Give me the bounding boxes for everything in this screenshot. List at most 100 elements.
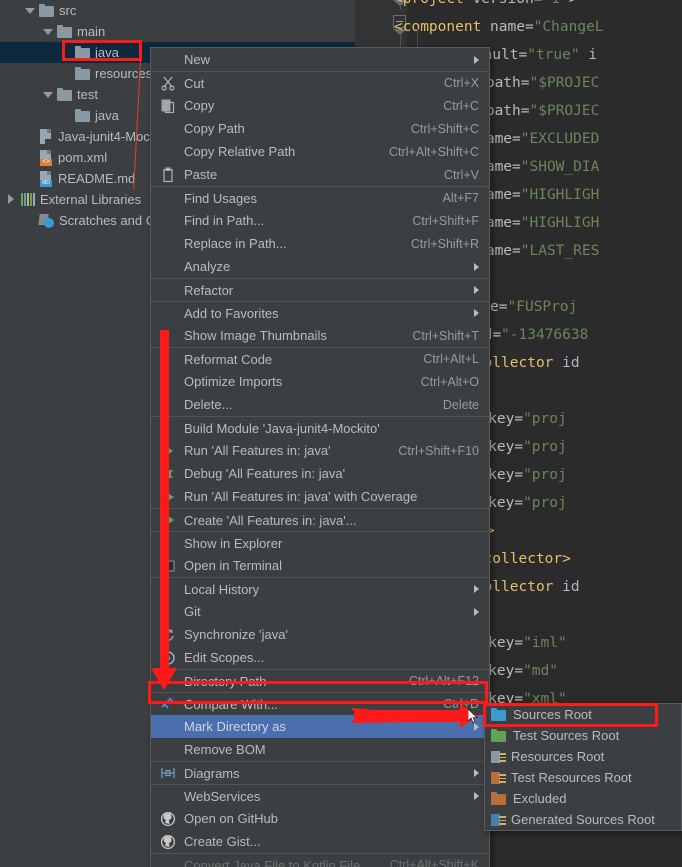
menu-item-label: Open on GitHub: [184, 811, 278, 826]
menu-item-new[interactable]: New: [151, 48, 489, 71]
submenu-item-resources-root[interactable]: Resources Root: [485, 746, 681, 767]
code-line: <component name="ChangeL: [394, 19, 604, 35]
menu-item-webservices[interactable]: WebServices: [151, 784, 489, 807]
menu-item-label: Local History: [184, 581, 260, 597]
tree-item-label: resources: [95, 66, 153, 81]
submenu-item-sources-root[interactable]: Sources Root: [485, 704, 681, 725]
submenu-arrow-icon: [474, 769, 479, 777]
menu-item-label: Show Image Thumbnails: [184, 328, 327, 343]
chevron-right-icon[interactable]: [6, 194, 17, 205]
xml-file-icon: <>: [39, 149, 53, 166]
submenu-arrow-icon: [474, 286, 479, 294]
submenu-item-excluded[interactable]: Excluded: [485, 788, 681, 809]
tree-item-main[interactable]: main: [0, 21, 355, 42]
menu-item-delete[interactable]: Delete... Delete: [151, 393, 489, 416]
menu-item-find-in-path[interactable]: Find in Path... Ctrl+Shift+F: [151, 209, 489, 232]
menu-item-cut[interactable]: Cut Ctrl+X: [151, 71, 489, 94]
chevron-down-icon[interactable]: [42, 89, 53, 100]
submenu-arrow-icon: [474, 55, 479, 64]
menu-item-shortcut: Ctrl+Alt+O: [420, 374, 479, 389]
menu-item-copy-path[interactable]: Copy Path Ctrl+Shift+C: [151, 117, 489, 140]
menu-item-paste[interactable]: Paste Ctrl+V: [151, 163, 489, 186]
annotation-arrow-right: [351, 704, 482, 729]
submenu-item-test-sources-root[interactable]: Test Sources Root: [485, 725, 681, 746]
menu-item-label: Replace in Path...: [184, 236, 287, 251]
annotation-arrow-down-head: [151, 668, 177, 690]
menu-item-label: Delete...: [184, 397, 233, 412]
menu-item-open-on-github[interactable]: Open on GitHub: [151, 807, 489, 830]
menu-item-synchronize-java[interactable]: Synchronize 'java': [151, 623, 489, 646]
menu-item-label: Find in Path...: [184, 213, 265, 228]
tree-item-src[interactable]: src: [0, 0, 355, 21]
menu-item-remove-bom[interactable]: Remove BOM: [151, 738, 489, 761]
menu-item-label: Find Usages: [184, 190, 257, 206]
chevron-down-icon[interactable]: [42, 26, 53, 37]
menu-item-shortcut: Ctrl+Alt+F12: [408, 674, 479, 688]
menu-item-shortcut: Ctrl+X: [443, 76, 479, 90]
menu-item-find-usages[interactable]: Find Usages Alt+F7: [151, 186, 489, 209]
menu-item-shortcut: Alt+F7: [442, 191, 479, 205]
blue-folder-icon: [491, 708, 506, 721]
context-menu[interactable]: New Cut Ctrl+X Copy Ctrl+C Copy Path Ctrl+Shif…: [150, 47, 490, 867]
menu-item-show-image-thumbnails[interactable]: Show Image Thumbnails Ctrl+Shift+T: [151, 324, 489, 347]
menu-item-diagrams[interactable]: Diagrams: [151, 761, 489, 784]
menu-item-analyze[interactable]: Analyze: [151, 255, 489, 278]
menu-item-git[interactable]: Git: [151, 600, 489, 623]
folder-icon: [75, 46, 90, 59]
menu-item-optimize-imports[interactable]: Optimize Imports Ctrl+Alt+O: [151, 370, 489, 393]
menu-item-label: Copy Relative Path: [184, 144, 296, 159]
menu-item-debug-all-features-in-java[interactable]: Debug 'All Features in: java': [151, 462, 489, 485]
mark-directory-as-submenu[interactable]: Sources Root Test Sources Root Resources R…: [484, 703, 682, 831]
tree-item-label: java: [95, 108, 119, 123]
menu-item-create-all-features-in-java[interactable]: Create 'All Features in: java'...: [151, 508, 489, 531]
menu-item-copy-relative-path[interactable]: Copy Relative Path Ctrl+Alt+Shift+C: [151, 140, 489, 163]
scratches-icon: [38, 213, 54, 228]
menu-item-local-history[interactable]: Local History: [151, 577, 489, 600]
submenu-item-test-resources-root[interactable]: Test Resources Root: [485, 767, 681, 788]
submenu-item-label: Sources Root: [513, 707, 592, 722]
menu-item-run-all-features-in-java-with-coverage[interactable]: Run 'All Features in: java' with Coverag…: [151, 485, 489, 508]
chevron-down-icon[interactable]: [24, 5, 35, 16]
menu-item-open-in-terminal[interactable]: Open in Terminal: [151, 554, 489, 577]
menu-item-directory-path[interactable]: Directory Path Ctrl+Alt+F12: [151, 669, 489, 692]
menu-item-label: Diagrams: [184, 765, 240, 781]
menu-item-shortcut: Ctrl+C: [443, 98, 479, 113]
menu-item-add-to-favorites[interactable]: Add to Favorites: [151, 301, 489, 324]
menu-item-shortcut: Ctrl+Shift+F10: [398, 443, 479, 458]
module-file-icon: [39, 128, 53, 145]
menu-item-create-gist[interactable]: Create Gist...: [151, 830, 489, 853]
menu-item-label: Remove BOM: [184, 742, 266, 757]
run-icon: [160, 443, 176, 459]
libraries-icon: [21, 193, 35, 206]
clipboard-icon: [160, 167, 176, 183]
tree-item-label: README.md: [58, 171, 136, 186]
submenu-item-generated-sources-root[interactable]: Generated Sources Root: [485, 809, 681, 830]
menu-item-edit-scopes[interactable]: Edit Scopes...: [151, 646, 489, 669]
menu-item-shortcut: Ctrl+Shift+F: [412, 213, 479, 228]
tree-item-label: External Libraries: [40, 192, 142, 207]
menu-item-label: Copy: [184, 98, 215, 113]
refresh-icon: [160, 627, 176, 643]
menu-item-run-all-features-in-java[interactable]: Run 'All Features in: java' Ctrl+Shift+F1…: [151, 439, 489, 462]
menu-item-refactor[interactable]: Refactor: [151, 278, 489, 301]
menu-item-replace-in-path[interactable]: Replace in Path... Ctrl+Shift+R: [151, 232, 489, 255]
menu-item-shortcut: Ctrl+Alt+Shift+K: [389, 858, 479, 867]
menu-item-show-in-explorer[interactable]: Show in Explorer: [151, 531, 489, 554]
green-folder-icon: [491, 729, 506, 742]
folder-icon: [75, 109, 90, 122]
submenu-item-label: Generated Sources Root: [511, 812, 655, 827]
menu-item-copy[interactable]: Copy Ctrl+C: [151, 94, 489, 117]
submenu-arrow-icon: [474, 792, 479, 800]
menu-item-convert-java-file-to-kotlin-file: Convert Java File to Kotlin File Ctrl+Alt…: [151, 853, 489, 867]
orange-folder-icon: [491, 792, 506, 805]
menu-item-label: WebServices: [184, 788, 261, 804]
menu-item-reformat-code[interactable]: Reformat Code Ctrl+Alt+L: [151, 347, 489, 370]
tree-item-label: test: [77, 87, 98, 102]
coverage-icon: [160, 489, 176, 505]
menu-item-label: Optimize Imports: [184, 374, 283, 389]
tree-item-label: main: [77, 24, 106, 39]
menu-item-build-module-java-junit4-mockito[interactable]: Build Module 'Java-junit4-Mockito': [151, 416, 489, 439]
